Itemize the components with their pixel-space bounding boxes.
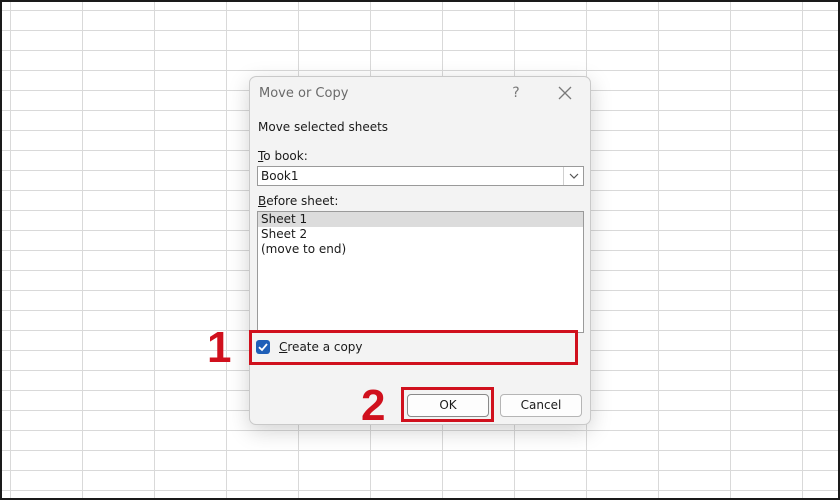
dialog-title: Move or Copy (259, 86, 349, 101)
step-2-highlight-box (401, 387, 494, 422)
sheet-list-item[interactable]: (move to end) (258, 242, 583, 257)
before-sheet-label-rest: efore sheet: (266, 194, 339, 208)
before-sheet-label-accesskey: B (258, 194, 267, 208)
to-book-value: Book1 (261, 169, 299, 183)
help-button[interactable]: ? (506, 83, 526, 103)
cancel-button[interactable]: Cancel (500, 394, 582, 417)
sheet-list-item[interactable]: Sheet 1 (258, 212, 583, 227)
step-1-number: 1 (207, 323, 232, 372)
dialog-titlebar: Move or Copy ? (250, 77, 590, 111)
to-book-label-rest: o book: (263, 149, 308, 163)
before-sheet-label: Before sheet: (258, 194, 338, 208)
before-sheet-listbox[interactable]: Sheet 1 Sheet 2 (move to end) (257, 211, 584, 333)
close-button[interactable] (555, 83, 575, 103)
dropdown-button[interactable] (563, 167, 583, 185)
to-book-dropdown[interactable]: Book1 (257, 166, 584, 186)
chevron-down-icon (569, 173, 579, 179)
close-icon (558, 86, 572, 100)
step-2-number: 2 (361, 381, 386, 430)
sheet-list-item[interactable]: Sheet 2 (258, 227, 583, 242)
to-book-label: To book: (258, 149, 308, 163)
move-selected-sheets-label: Move selected sheets (258, 120, 389, 134)
step-1-highlight-box (249, 330, 578, 365)
move-or-copy-dialog: Move or Copy ? Move selected sheets To b… (249, 76, 591, 425)
